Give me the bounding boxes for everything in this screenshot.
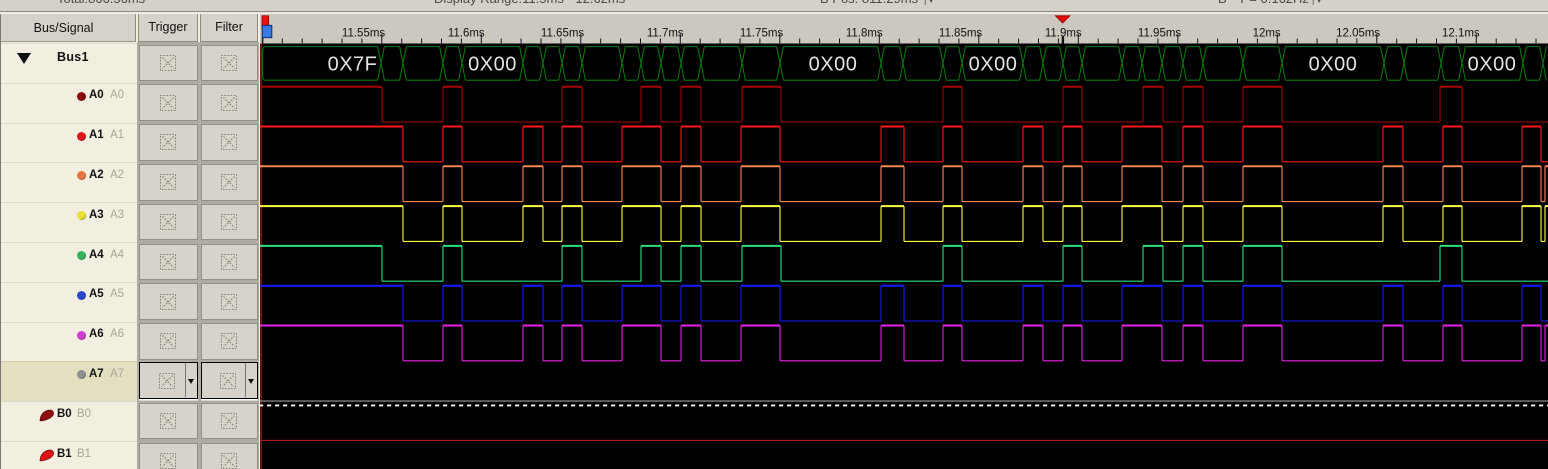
svg-text:11.95ms: 11.95ms (1138, 28, 1182, 40)
svg-text:0X00: 0X00 (468, 54, 517, 76)
svg-text:11.6ms: 11.6ms (448, 28, 485, 40)
svg-text:0X7F: 0X7F (328, 54, 378, 76)
svg-text:0X00: 0X00 (969, 54, 1018, 76)
svg-text:11.75ms: 11.75ms (740, 28, 784, 40)
svg-text:11.65ms: 11.65ms (541, 28, 585, 40)
svg-text:0X00: 0X00 (809, 54, 858, 76)
svg-text:11.85ms: 11.85ms (939, 28, 983, 40)
svg-text:11.8ms: 11.8ms (846, 28, 883, 40)
svg-text:0X00: 0X00 (1468, 54, 1517, 76)
svg-text:12.05ms: 12.05ms (1336, 28, 1380, 40)
svg-text:12ms: 12ms (1253, 28, 1281, 40)
svg-text:11.7ms: 11.7ms (647, 28, 684, 40)
svg-text:0X00: 0X00 (1309, 54, 1358, 76)
svg-text:12.1ms: 12.1ms (1442, 28, 1480, 40)
svg-text:11.55ms: 11.55ms (342, 28, 386, 40)
